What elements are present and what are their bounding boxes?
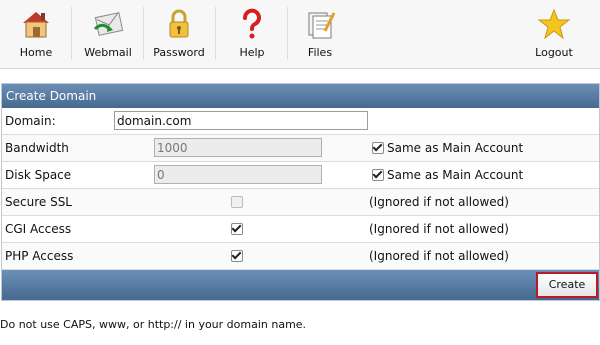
padlock-icon bbox=[169, 9, 189, 38]
form-row-php-access: PHP Access (Ignored if not allowed) bbox=[2, 243, 599, 270]
domain-name-hint: Do not use CAPS, www, or http:// in your… bbox=[0, 318, 307, 331]
secure-ssl-note: (Ignored if not allowed) bbox=[369, 195, 509, 209]
toolbar-divider bbox=[71, 7, 72, 59]
secure-ssl-label: Secure SSL bbox=[5, 195, 72, 209]
webmail-icon bbox=[93, 12, 124, 36]
files-icon bbox=[308, 12, 336, 39]
star-icon bbox=[537, 8, 571, 40]
create-domain-panel: Create Domain Domain: Bandwidth Same as … bbox=[1, 83, 600, 301]
create-button[interactable]: Create bbox=[536, 272, 598, 298]
form-row-bandwidth: Bandwidth Same as Main Account bbox=[2, 135, 599, 162]
panel-title: Create Domain bbox=[2, 84, 599, 108]
toolbar-label-help: Help bbox=[239, 46, 265, 59]
form-row-disk-space: Disk Space Same as Main Account bbox=[2, 162, 599, 189]
bandwidth-input[interactable] bbox=[154, 138, 322, 157]
form-row-domain: Domain: bbox=[2, 108, 599, 135]
panel-footer: Create bbox=[2, 270, 599, 300]
question-mark-icon bbox=[243, 8, 261, 39]
toolbar-divider bbox=[215, 7, 216, 59]
php-access-label: PHP Access bbox=[5, 249, 74, 263]
domain-label: Domain: bbox=[5, 114, 56, 128]
disk-space-input[interactable] bbox=[154, 165, 322, 184]
disk-space-same-checkbox[interactable] bbox=[372, 169, 384, 181]
form-row-cgi-access: CGI Access (Ignored if not allowed) bbox=[2, 216, 599, 243]
toolbar-label-home: Home bbox=[19, 46, 53, 59]
toolbar: Home Webmail Password Help Files Logout bbox=[0, 0, 600, 69]
toolbar-item-help[interactable]: Help bbox=[232, 0, 272, 68]
toolbar-item-password[interactable]: Password bbox=[153, 0, 205, 68]
toolbar-label-password: Password bbox=[153, 46, 205, 59]
toolbar-item-files[interactable]: Files bbox=[300, 0, 340, 68]
disk-space-same-label: Same as Main Account bbox=[387, 168, 524, 182]
toolbar-item-home[interactable]: Home bbox=[14, 0, 58, 68]
toolbar-divider bbox=[143, 7, 144, 59]
form-row-secure-ssl: Secure SSL (Ignored if not allowed) bbox=[2, 189, 599, 216]
cgi-access-label: CGI Access bbox=[5, 222, 72, 236]
bandwidth-same-checkbox[interactable] bbox=[372, 142, 384, 154]
toolbar-divider bbox=[287, 7, 288, 59]
php-access-checkbox[interactable] bbox=[231, 250, 243, 262]
domain-input[interactable] bbox=[114, 111, 368, 130]
toolbar-label-webmail: Webmail bbox=[84, 46, 132, 59]
bandwidth-label: Bandwidth bbox=[5, 141, 69, 155]
toolbar-label-logout: Logout bbox=[535, 46, 573, 59]
php-access-note: (Ignored if not allowed) bbox=[369, 249, 509, 263]
toolbar-label-files: Files bbox=[307, 46, 333, 59]
toolbar-item-webmail[interactable]: Webmail bbox=[82, 0, 134, 68]
disk-space-label: Disk Space bbox=[5, 168, 72, 182]
cgi-access-note: (Ignored if not allowed) bbox=[369, 222, 509, 236]
secure-ssl-checkbox[interactable] bbox=[231, 196, 243, 208]
bandwidth-same-label: Same as Main Account bbox=[387, 141, 524, 155]
cgi-access-checkbox[interactable] bbox=[231, 223, 243, 235]
toolbar-item-logout[interactable]: Logout bbox=[532, 0, 576, 68]
home-icon bbox=[23, 12, 49, 38]
